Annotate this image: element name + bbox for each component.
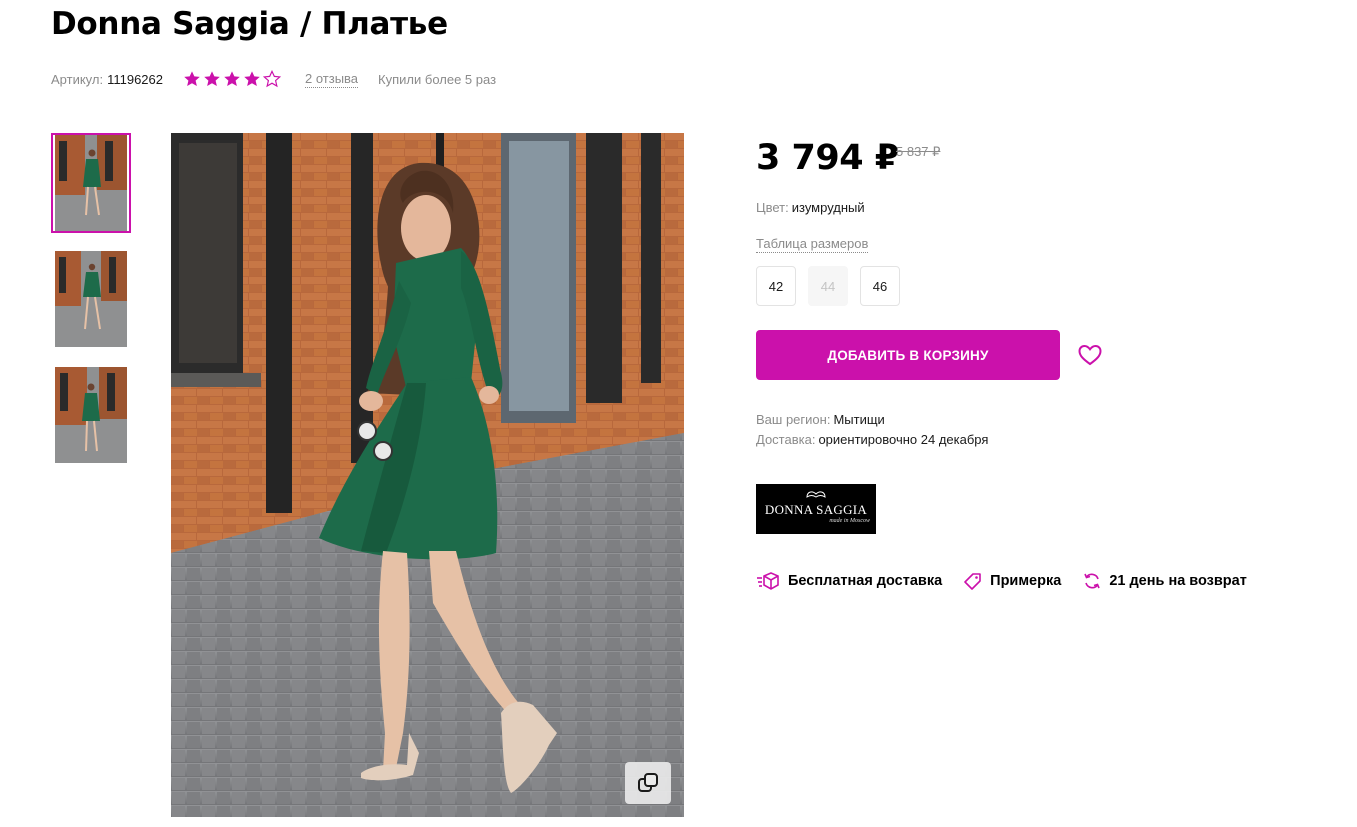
sku-value: 11196262 bbox=[107, 71, 163, 87]
thumbnail-image bbox=[55, 367, 127, 463]
benefit-free-delivery[interactable]: Бесплатная доставка bbox=[756, 571, 942, 591]
main-product-photo[interactable] bbox=[171, 133, 684, 817]
reviews-link[interactable]: 2 отзыва bbox=[305, 71, 359, 88]
thumbnail-1[interactable] bbox=[51, 133, 131, 233]
color-label: Цвет: bbox=[756, 200, 789, 215]
delivery-info: Доставка: ориентировочно 24 декабря bbox=[756, 432, 988, 447]
brand-name: DONNA SAGGIA bbox=[764, 502, 868, 517]
benefit-fitting[interactable]: Примерка bbox=[964, 572, 1061, 590]
brand-logo[interactable]: DONNA SAGGIA made in Moscow bbox=[756, 484, 876, 534]
heart-icon bbox=[1078, 344, 1102, 366]
rating-stars[interactable] bbox=[183, 70, 281, 88]
thumbnail-3[interactable] bbox=[51, 365, 131, 465]
size-option-46[interactable]: 46 bbox=[860, 266, 900, 306]
benefit-returns-label: 21 день на возврат bbox=[1109, 573, 1247, 589]
thumbnail-image bbox=[55, 135, 127, 231]
product-meta: Артикул: 11196262 2 отзыва Купили более … bbox=[51, 68, 496, 90]
delivery-label: Доставка: bbox=[756, 432, 816, 447]
add-to-cart-button[interactable]: ДОБАВИТЬ В КОРЗИНУ bbox=[756, 330, 1060, 380]
copy-zoom-icon bbox=[638, 773, 658, 792]
color-info: Цвет: изумрудный bbox=[756, 200, 865, 215]
region-info: Ваш регион: Мытищи bbox=[756, 412, 885, 427]
benefit-free-delivery-label: Бесплатная доставка bbox=[788, 573, 943, 589]
thumbnail-2[interactable] bbox=[51, 249, 131, 349]
size-table-link[interactable]: Таблица размеров bbox=[756, 236, 869, 253]
size-option-42[interactable]: 42 bbox=[756, 266, 796, 306]
refresh-icon bbox=[1084, 573, 1101, 589]
star-icon bbox=[263, 70, 281, 88]
color-value: изумрудный bbox=[791, 200, 865, 215]
favorite-button[interactable] bbox=[1077, 343, 1103, 367]
star-icon bbox=[224, 71, 240, 87]
product-title: Donna Saggia / Платье bbox=[51, 6, 448, 42]
region-label: Ваш регион: bbox=[756, 412, 831, 427]
benefits-row: Бесплатная доставка Примерка 21 день на … bbox=[756, 571, 1269, 591]
sku-label: Артикул: bbox=[51, 71, 104, 87]
star-icon bbox=[244, 71, 260, 87]
size-option-44[interactable]: 44 bbox=[808, 266, 848, 306]
brand-emblem-icon bbox=[806, 491, 826, 498]
old-price: 5 837 ₽ bbox=[896, 144, 941, 159]
tag-icon bbox=[964, 573, 981, 590]
zoom-button[interactable] bbox=[625, 762, 671, 804]
thumbnail-image bbox=[55, 251, 127, 347]
region-value[interactable]: Мытищи bbox=[833, 412, 884, 427]
star-icon bbox=[184, 71, 200, 87]
benefit-returns[interactable]: 21 день на возврат bbox=[1083, 572, 1247, 590]
bought-count: Купили более 5 раз bbox=[378, 71, 497, 87]
box-delivery-icon bbox=[757, 572, 779, 590]
brand-tagline: made in Moscow bbox=[829, 518, 870, 524]
star-icon bbox=[204, 71, 220, 87]
current-price: 3 794 ₽ bbox=[756, 138, 899, 178]
benefit-fitting-label: Примерка bbox=[990, 573, 1062, 589]
delivery-value: ориентировочно 24 декабря bbox=[818, 432, 989, 447]
